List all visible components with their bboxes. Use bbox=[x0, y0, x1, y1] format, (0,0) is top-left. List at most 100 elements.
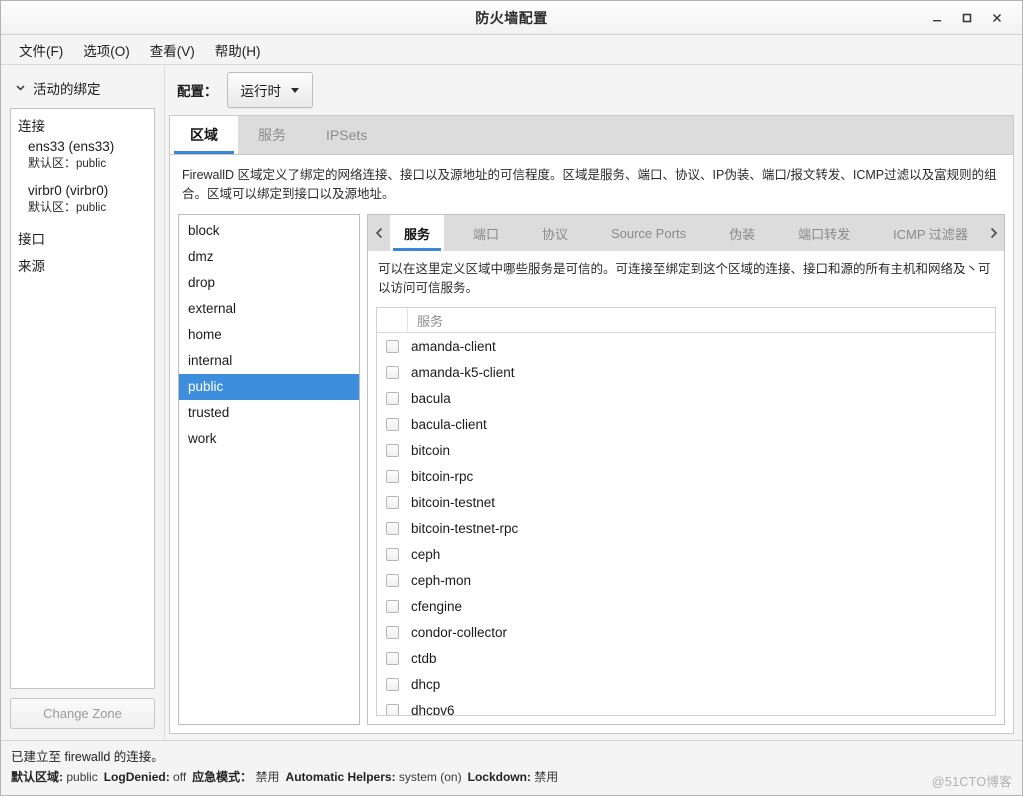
zone-item-public[interactable]: public bbox=[179, 374, 359, 400]
connection-status-text: 已建立至 firewalld 的连接。 bbox=[11, 750, 164, 764]
table-row[interactable]: bitcoin bbox=[377, 437, 995, 463]
menu-bar: 文件(F) 选项(O) 查看(V) 帮助(H) bbox=[1, 35, 1022, 65]
service-checkbox[interactable] bbox=[386, 417, 399, 431]
table-row[interactable]: amanda-client bbox=[377, 333, 995, 359]
service-checkbox[interactable] bbox=[386, 365, 399, 379]
zone-item-dmz[interactable]: dmz bbox=[179, 244, 359, 270]
maximize-icon[interactable] bbox=[952, 6, 982, 30]
status-default-zone: 默认区域: public bbox=[11, 767, 98, 787]
connection-zone: 默认区：public bbox=[28, 155, 154, 172]
service-name: ctdb bbox=[411, 650, 437, 666]
subtab-masquerade[interactable]: 伪装 bbox=[715, 215, 769, 251]
table-row[interactable]: bacula bbox=[377, 385, 995, 411]
service-checkbox[interactable] bbox=[386, 391, 399, 405]
scroll-left-icon[interactable] bbox=[368, 215, 390, 251]
subtab-port-forwarding[interactable]: 端口转发 bbox=[784, 215, 864, 251]
table-header: 服务 bbox=[377, 308, 995, 333]
close-icon[interactable] bbox=[982, 6, 1012, 30]
main-area: 配置： 运行时 区域 服务 IPSets FirewallD 区域定义了绑定的网… bbox=[165, 65, 1022, 740]
table-header-service: 服务 bbox=[417, 313, 444, 329]
service-checkbox[interactable] bbox=[386, 547, 399, 561]
tab-zones[interactable]: 区域 bbox=[170, 116, 238, 154]
tab-services[interactable]: 服务 bbox=[238, 116, 306, 154]
service-checkbox[interactable] bbox=[386, 703, 399, 715]
table-row[interactable]: amanda-k5-client bbox=[377, 359, 995, 385]
zone-item-home[interactable]: home bbox=[179, 322, 359, 348]
table-row[interactable]: ctdb bbox=[377, 645, 995, 671]
service-checkbox[interactable] bbox=[386, 677, 399, 691]
scroll-right-icon[interactable] bbox=[982, 215, 1004, 251]
service-name: amanda-client bbox=[411, 338, 496, 354]
active-bindings-sidebar: 活动的绑定 连接 ens33 (ens33) 默认区：public virbr0… bbox=[1, 65, 165, 740]
subtab-protocols[interactable]: 协议 bbox=[528, 215, 582, 251]
sidebar-footer: Change Zone bbox=[1, 689, 164, 740]
service-name: condor-collector bbox=[411, 624, 508, 640]
table-row[interactable]: ceph bbox=[377, 541, 995, 567]
active-bindings-header[interactable]: 活动的绑定 bbox=[1, 73, 164, 108]
tab-ipsets[interactable]: IPSets bbox=[306, 116, 387, 154]
service-name: amanda-k5-client bbox=[411, 364, 515, 380]
zone-item-drop[interactable]: drop bbox=[179, 270, 359, 296]
table-header-checkbox-col bbox=[377, 308, 408, 332]
table-row[interactable]: bitcoin-testnet-rpc bbox=[377, 515, 995, 541]
zone-item-internal[interactable]: internal bbox=[179, 348, 359, 374]
sources-group-label[interactable]: 来源 bbox=[11, 250, 154, 277]
configuration-dropdown[interactable]: 运行时 bbox=[226, 72, 313, 108]
connection-item[interactable]: ens33 (ens33) 默认区：public bbox=[11, 135, 154, 179]
services-table: 服务 amanda-client amanda-k5-client bacula… bbox=[376, 307, 996, 716]
menu-item-options[interactable]: 选项(O) bbox=[73, 36, 140, 64]
connection-name: ens33 (ens33) bbox=[28, 139, 115, 154]
status-lockdown: Lockdown: 禁用 bbox=[468, 767, 559, 787]
zone-item-external[interactable]: external bbox=[179, 296, 359, 322]
service-checkbox[interactable] bbox=[386, 573, 399, 587]
service-name: ceph bbox=[411, 546, 441, 562]
service-name: bitcoin bbox=[411, 442, 451, 458]
service-checkbox[interactable] bbox=[386, 521, 399, 535]
service-name: ceph-mon bbox=[411, 572, 472, 588]
table-row[interactable]: ceph-mon bbox=[377, 567, 995, 593]
service-checkbox[interactable] bbox=[386, 469, 399, 483]
menu-item-file[interactable]: 文件(F) bbox=[9, 36, 73, 64]
services-description: 可以在这里定义区域中哪些服务是可信的。可连接至绑定到这个区域的连接、接口和源的所… bbox=[367, 251, 1005, 307]
connections-group-label: 连接 bbox=[18, 119, 45, 134]
service-checkbox[interactable] bbox=[386, 651, 399, 665]
table-row[interactable]: condor-collector bbox=[377, 619, 995, 645]
menu-item-help[interactable]: 帮助(H) bbox=[205, 36, 271, 64]
table-row[interactable]: dhcpv6 bbox=[377, 697, 995, 715]
service-checkbox[interactable] bbox=[386, 495, 399, 509]
table-row[interactable]: cfengine bbox=[377, 593, 995, 619]
subtab-icmp-filter[interactable]: ICMP 过滤器 bbox=[879, 215, 982, 251]
zone-detail-column: 服务 端口 协议 Source Ports 伪装 端口转发 ICMP 过滤器 可… bbox=[367, 214, 1005, 725]
services-table-wrap: 服务 amanda-client amanda-k5-client bacula… bbox=[367, 307, 1005, 725]
table-row[interactable]: dhcp bbox=[377, 671, 995, 697]
menu-item-view[interactable]: 查看(V) bbox=[140, 36, 205, 64]
zone-item-work[interactable]: work bbox=[179, 426, 359, 452]
table-row[interactable]: bitcoin-testnet bbox=[377, 489, 995, 515]
subtab-ports[interactable]: 端口 bbox=[459, 215, 513, 251]
main-panel: 区域 服务 IPSets FirewallD 区域定义了绑定的网络连接、接口以及… bbox=[169, 115, 1014, 734]
table-row[interactable]: bacula-client bbox=[377, 411, 995, 437]
status-panic-mode-value: 禁用 bbox=[255, 770, 280, 784]
service-name: dhcp bbox=[411, 676, 441, 692]
service-checkbox[interactable] bbox=[386, 599, 399, 613]
zone-list[interactable]: block dmz drop external home internal pu… bbox=[178, 214, 360, 725]
service-checkbox[interactable] bbox=[386, 339, 399, 353]
zone-item-block[interactable]: block bbox=[179, 218, 359, 244]
connection-item[interactable]: virbr0 (virbr0) 默认区：public bbox=[11, 179, 154, 223]
interfaces-group-label[interactable]: 接口 bbox=[11, 223, 154, 250]
subtab-services[interactable]: 服务 bbox=[390, 215, 445, 251]
minimize-icon[interactable] bbox=[922, 6, 952, 30]
sub-tabs: 服务 端口 协议 Source Ports 伪装 端口转发 ICMP 过滤器 bbox=[390, 215, 982, 251]
service-name: cfengine bbox=[411, 598, 463, 614]
services-table-body[interactable]: amanda-client amanda-k5-client bacula ba… bbox=[377, 333, 995, 715]
change-zone-button[interactable]: Change Zone bbox=[10, 698, 155, 729]
zone-item-trusted[interactable]: trusted bbox=[179, 400, 359, 426]
status-panic-mode: 应急模式： 禁用 bbox=[192, 767, 279, 787]
connection-zone: 默认区：public bbox=[28, 199, 154, 216]
table-row[interactable]: bitcoin-rpc bbox=[377, 463, 995, 489]
chevron-down-icon bbox=[15, 81, 26, 96]
service-checkbox[interactable] bbox=[386, 443, 399, 457]
service-checkbox[interactable] bbox=[386, 625, 399, 639]
subtab-source-ports[interactable]: Source Ports bbox=[597, 215, 700, 251]
bindings-list[interactable]: 连接 ens33 (ens33) 默认区：public virbr0 (virb… bbox=[10, 108, 155, 689]
